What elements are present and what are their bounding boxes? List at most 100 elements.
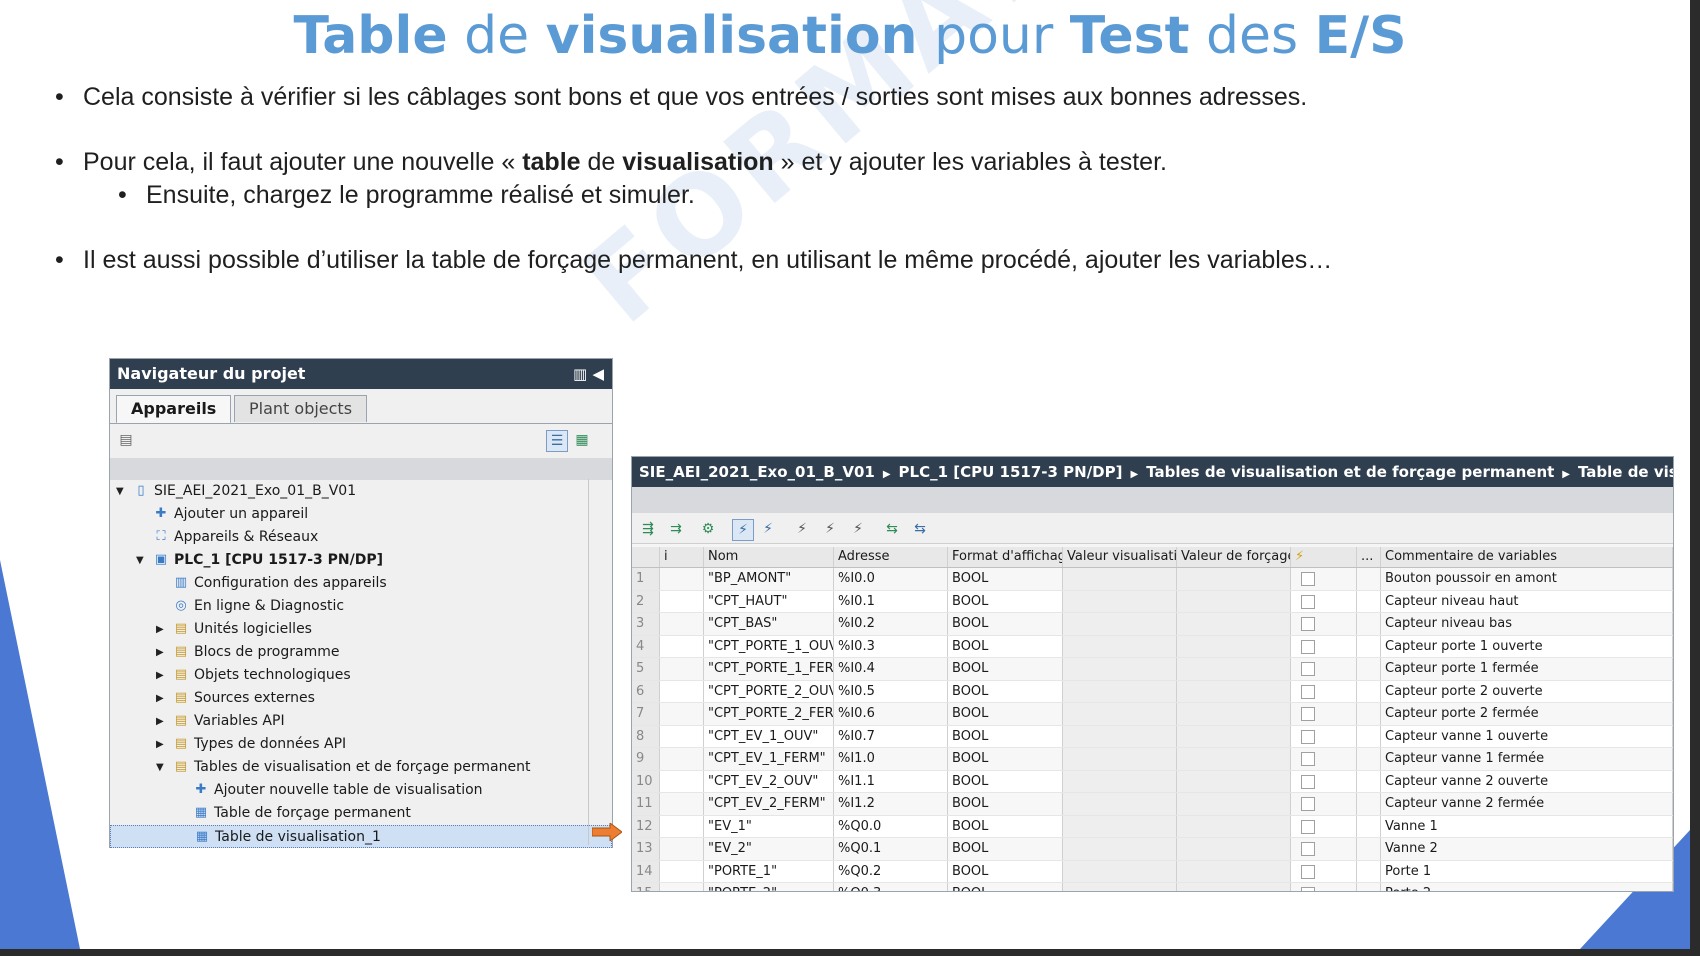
extra-cell[interactable] (1357, 860, 1381, 882)
table-row[interactable]: 4 "CPT_PORTE_1_OUV" %I0.3 BOOL Capteur porte… (632, 635, 1673, 658)
column-header[interactable]: Nom (704, 547, 834, 567)
row-number[interactable]: 6 (632, 680, 660, 702)
monitor-value-cell[interactable] (1063, 703, 1177, 725)
expanded-arrow-icon[interactable]: ▼ (116, 480, 128, 503)
display-format[interactable]: BOOL (948, 635, 1063, 657)
force-checkbox[interactable] (1301, 617, 1315, 631)
modify-trigger-icon[interactable]: ⚡ (820, 519, 840, 539)
force-cell[interactable] (1291, 883, 1357, 891)
force-cell[interactable] (1291, 793, 1357, 815)
extra-cell[interactable] (1357, 568, 1381, 590)
force-checkbox[interactable] (1301, 729, 1315, 744)
table-row[interactable]: 10 "CPT_EV_2_OUV" %I1.1 BOOL Capteur vanne 2… (632, 770, 1673, 793)
address[interactable]: %Q0.1 (834, 838, 948, 860)
column-header[interactable]: Format d'affichage (948, 547, 1063, 567)
table-row[interactable]: 8 "CPT_EV_1_OUV" %I0.7 BOOL Capteur vanne 1 … (632, 725, 1673, 748)
display-format[interactable]: BOOL (948, 815, 1063, 837)
force-value-cell[interactable] (1177, 568, 1291, 590)
breadcrumb-item[interactable]: Table de visualisation_1 (1578, 463, 1673, 481)
extra-cell[interactable] (1357, 658, 1381, 680)
extra-cell[interactable] (1357, 815, 1381, 837)
force-value-cell[interactable] (1177, 590, 1291, 612)
row-number[interactable]: 8 (632, 725, 660, 747)
row-number[interactable]: 11 (632, 793, 660, 815)
variable-name[interactable]: "CPT_PORTE_2_FERM" (704, 703, 834, 725)
variable-name[interactable]: "BP_AMONT" (704, 568, 834, 590)
force-value-cell[interactable] (1177, 703, 1291, 725)
table-row[interactable]: 13 "EV_2" %Q0.1 BOOL Vanne 2 (632, 838, 1673, 861)
variable-comment[interactable]: Capteur vanne 1 fermée (1381, 748, 1673, 770)
monitor-value-cell[interactable] (1063, 770, 1177, 792)
extra-cell[interactable] (1357, 883, 1381, 891)
show-columns-icon[interactable]: ⇆ (882, 519, 902, 539)
address[interactable]: %I1.2 (834, 793, 948, 815)
row-number[interactable]: 1 (632, 568, 660, 590)
info-cell[interactable] (660, 725, 704, 747)
force-value-cell[interactable] (1177, 725, 1291, 747)
display-format[interactable]: BOOL (948, 725, 1063, 747)
address[interactable]: %I0.4 (834, 658, 948, 680)
force-cell[interactable] (1291, 680, 1357, 702)
info-cell[interactable] (660, 590, 704, 612)
tree-item[interactable]: ▶ ▤ Sources externes (110, 687, 612, 710)
insert-row-icon[interactable]: ⇉ (666, 519, 686, 539)
extra-cell[interactable] (1357, 770, 1381, 792)
breadcrumb-item[interactable]: Tables de visualisation et de forçage pe… (1146, 463, 1554, 481)
variable-name[interactable]: "CPT_EV_2_FERM" (704, 793, 834, 815)
variable-name[interactable]: "CPT_BAS" (704, 613, 834, 635)
monitor-value-cell[interactable] (1063, 725, 1177, 747)
force-checkbox[interactable] (1301, 819, 1315, 834)
display-format[interactable]: BOOL (948, 613, 1063, 635)
table-row[interactable]: 12 "EV_1" %Q0.0 BOOL Vanne 1 (632, 815, 1673, 838)
force-value-cell[interactable] (1177, 883, 1291, 891)
variable-name[interactable]: "CPT_EV_1_FERM" (704, 748, 834, 770)
extra-cell[interactable] (1357, 635, 1381, 657)
extra-cell[interactable] (1357, 703, 1381, 725)
address[interactable]: %I0.0 (834, 568, 948, 590)
variable-comment[interactable]: Porte 1 (1381, 860, 1673, 882)
force-value-cell[interactable] (1177, 635, 1291, 657)
overview-icon[interactable]: ▦ (572, 430, 592, 450)
tab-appareils[interactable]: Appareils (116, 395, 232, 424)
force-checkbox[interactable] (1301, 752, 1315, 766)
tab-plant-objects[interactable]: Plant objects (234, 395, 368, 422)
variable-comment[interactable]: Capteur niveau bas (1381, 613, 1673, 635)
breadcrumb-item[interactable]: SIE_AEI_2021_Exo_01_B_V01 (639, 463, 875, 481)
address[interactable]: %I0.6 (834, 703, 948, 725)
extra-cell[interactable] (1357, 680, 1381, 702)
variable-name[interactable]: "CPT_PORTE_2_OUV" (704, 680, 834, 702)
monitor-value-cell[interactable] (1063, 658, 1177, 680)
expanded-arrow-icon[interactable]: ▼ (136, 549, 148, 572)
force-cell[interactable] (1291, 770, 1357, 792)
tree-item[interactable]: ▼ ▣ PLC_1 [CPU 1517-3 PN/DP] (110, 549, 612, 572)
info-cell[interactable] (660, 703, 704, 725)
column-header[interactable] (632, 547, 660, 567)
table-row[interactable]: 15 "PORTE_2"%Q0.3BOOL Porte 2 (632, 883, 1673, 891)
force-checkbox[interactable] (1301, 572, 1315, 586)
table-row[interactable]: 1 "BP_AMONT" %I0.0 BOOL Bouton poussoir en a… (632, 568, 1673, 591)
expanded-arrow-icon[interactable]: ▼ (156, 756, 168, 779)
collapsed-arrow-icon[interactable]: ▶ (156, 618, 168, 641)
address[interactable]: %I1.0 (834, 748, 948, 770)
display-format[interactable]: BOOL (948, 883, 1063, 891)
variable-comment[interactable]: Capteur vanne 2 ouverte (1381, 770, 1673, 792)
row-number[interactable]: 4 (632, 635, 660, 657)
properties-icon[interactable]: ▤ (116, 430, 136, 450)
display-format[interactable]: BOOL (948, 658, 1063, 680)
display-format[interactable]: BOOL (948, 703, 1063, 725)
address[interactable]: %Q0.2 (834, 860, 948, 882)
tree-item[interactable]: ▦ Table de visualisation_1 (110, 825, 612, 848)
display-format[interactable]: BOOL (948, 748, 1063, 770)
variable-comment[interactable]: Capteur porte 1 ouverte (1381, 635, 1673, 657)
monitor-value-cell[interactable] (1063, 613, 1177, 635)
monitor-value-cell[interactable] (1063, 793, 1177, 815)
force-value-cell[interactable] (1177, 793, 1291, 815)
force-checkbox[interactable] (1301, 707, 1315, 721)
column-header[interactable]: Adresse (834, 547, 948, 567)
monitor-value-cell[interactable] (1063, 815, 1177, 837)
detail-view-icon[interactable]: ☰ (546, 430, 568, 452)
collapse-icon[interactable]: ◀ (592, 365, 604, 383)
display-format[interactable]: BOOL (948, 793, 1063, 815)
variable-comment[interactable]: Vanne 1 (1381, 815, 1673, 837)
variable-name[interactable]: "CPT_EV_1_OUV" (704, 725, 834, 747)
